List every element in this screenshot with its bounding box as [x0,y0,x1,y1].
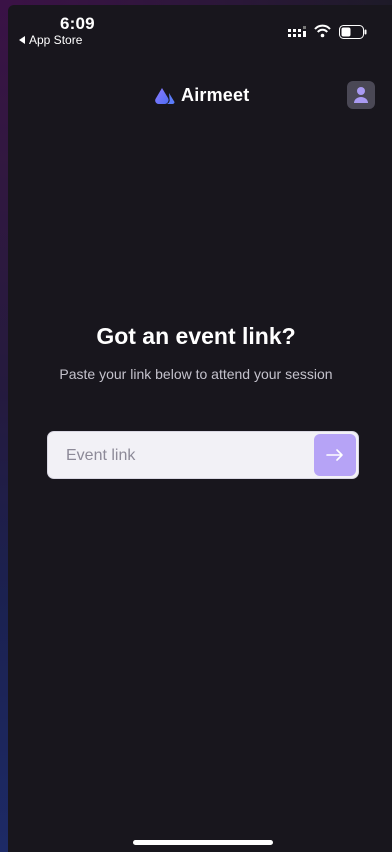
back-arrow-icon [19,36,25,44]
airmeet-logo-icon [155,87,175,104]
battery-icon [339,25,367,39]
page-title: Got an event link? [96,323,296,349]
event-link-form [47,431,359,480]
submit-link-button[interactable] [314,434,356,476]
home-indicator[interactable] [133,840,273,845]
wifi-icon [314,24,331,38]
profile-button[interactable] [347,81,375,109]
signal-icon [288,26,306,37]
back-to-app-link[interactable]: App Store [19,33,82,47]
airmeet-logo: Airmeet [155,85,249,106]
brand-name: Airmeet [181,85,250,105]
page-subtitle: Paste your link below to attend your ses… [59,366,333,382]
event-link-input[interactable] [64,432,318,480]
arrow-right-icon [326,449,343,461]
back-app-label: App Store [29,33,83,47]
profile-icon [354,87,368,103]
app-screen [8,5,392,852]
status-time: 6:09 [60,14,95,33]
